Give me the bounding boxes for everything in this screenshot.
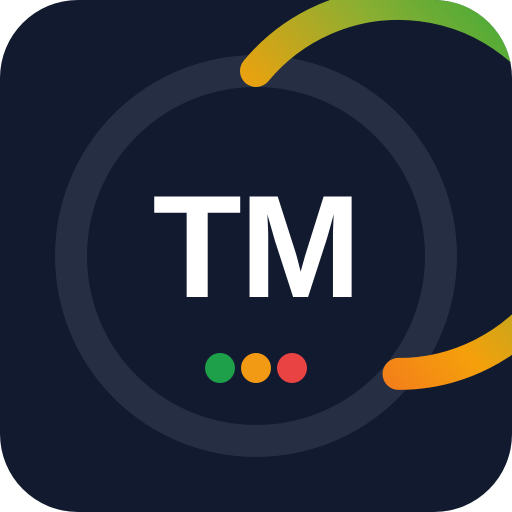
status-dot-orange <box>241 353 271 383</box>
app-monogram: TM <box>152 165 362 328</box>
status-dot-green <box>205 353 235 383</box>
app-icon[interactable]: TM <box>0 0 512 512</box>
status-dots <box>0 353 512 383</box>
status-dot-red <box>277 353 307 383</box>
